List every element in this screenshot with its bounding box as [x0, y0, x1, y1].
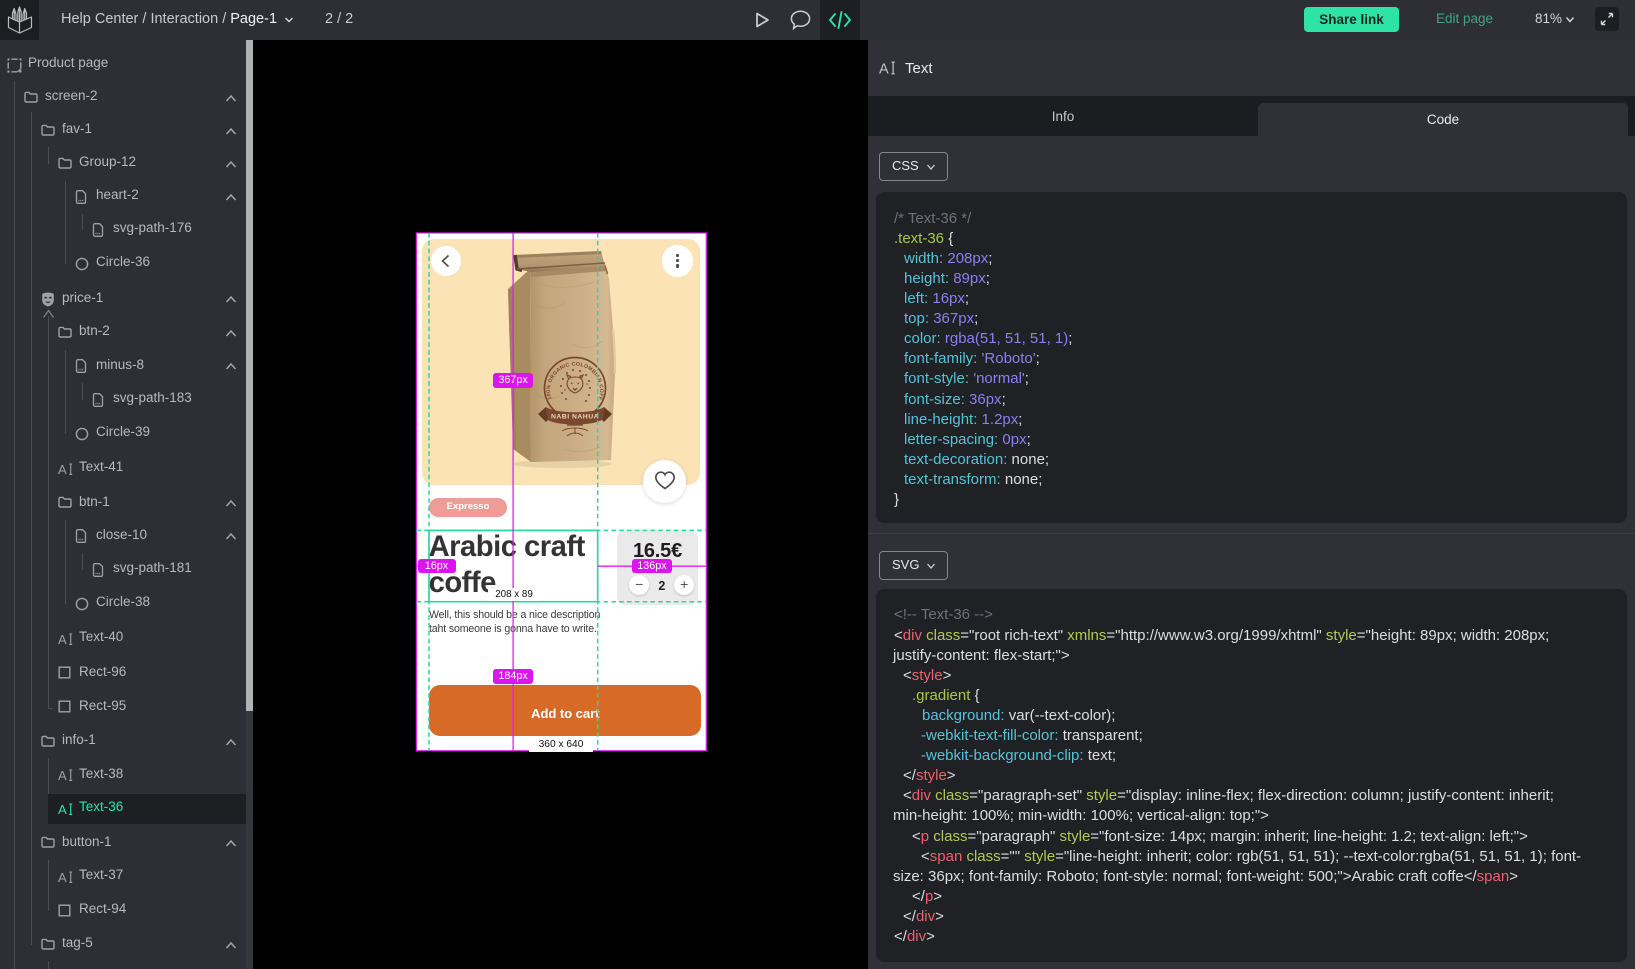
svg-text:A: A [58, 768, 67, 782]
svg-text:NABI NAHUA: NABI NAHUA [551, 414, 599, 421]
svg-text:A: A [58, 632, 67, 646]
svg-text:A: A [58, 870, 67, 884]
svg-text:A: A [58, 462, 67, 476]
svg-text:A: A [879, 62, 889, 77]
svg-text:A: A [58, 802, 67, 816]
